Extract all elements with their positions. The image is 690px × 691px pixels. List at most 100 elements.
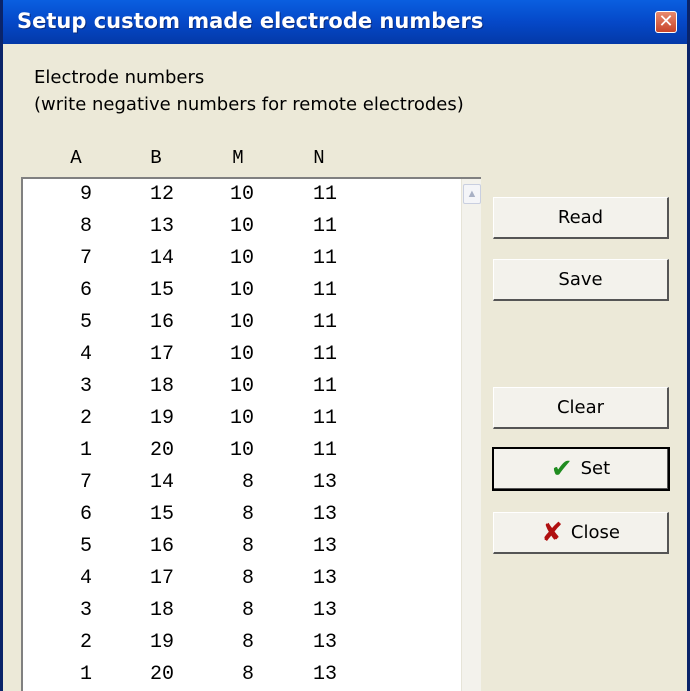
cell-n: 11 [312, 311, 337, 334]
cell-m: 8 [241, 503, 254, 526]
cell-n: 11 [312, 247, 337, 270]
cell-b: 16 [149, 311, 174, 334]
cell-m: 10 [229, 343, 254, 366]
cell-a: 6 [79, 503, 92, 526]
cell-a: 4 [79, 567, 92, 590]
cell-a: 5 [79, 311, 92, 334]
list-item[interactable]: 6 15 10 11 [23, 279, 443, 305]
cell-n: 13 [312, 663, 337, 686]
cell-b: 14 [149, 247, 174, 270]
cell-a: 5 [79, 535, 92, 558]
list-item[interactable]: 2 19 8 13 [23, 631, 443, 657]
list-item[interactable]: 3 18 10 11 [23, 375, 443, 401]
x-icon: ✘ [541, 518, 563, 548]
window-title: Setup custom made electrode numbers [17, 9, 484, 33]
column-header: M [232, 147, 244, 169]
cell-m: 10 [229, 215, 254, 238]
close-button[interactable]: ✘ Close [493, 512, 669, 554]
list-item[interactable]: 7 14 10 11 [23, 247, 443, 273]
cell-b: 19 [149, 407, 174, 430]
cell-n: 13 [312, 631, 337, 654]
save-button-label: Save [558, 269, 603, 290]
set-button[interactable]: ✔ Set [492, 447, 670, 491]
list-item[interactable]: 9 12 10 11 [23, 183, 443, 209]
cell-a: 7 [79, 247, 92, 270]
cell-n: 11 [312, 343, 337, 366]
list-item[interactable]: 3 18 8 13 [23, 599, 443, 625]
cell-m: 10 [229, 375, 254, 398]
cell-b: 17 [149, 343, 174, 366]
list-item[interactable]: 1 20 10 11 [23, 439, 443, 465]
list-item[interactable]: 2 19 10 11 [23, 407, 443, 433]
cell-a: 2 [79, 407, 92, 430]
dialog-window: Setup custom made electrode numbers ✕ El… [0, 0, 690, 691]
cell-n: 11 [312, 439, 337, 462]
cell-m: 8 [241, 631, 254, 654]
cell-n: 11 [312, 215, 337, 238]
cell-a: 6 [79, 279, 92, 302]
cell-n: 11 [312, 279, 337, 302]
cell-n: 13 [312, 471, 337, 494]
cell-b: 18 [149, 375, 174, 398]
cell-n: 11 [312, 183, 337, 206]
cell-m: 8 [241, 663, 254, 686]
title-bar[interactable]: Setup custom made electrode numbers ✕ [3, 0, 687, 44]
list-item[interactable]: 7 14 8 13 [23, 471, 443, 497]
list-item[interactable]: 4 17 8 13 [23, 567, 443, 593]
remote-electrodes-hint: (write negative numbers for remote elect… [34, 94, 464, 115]
column-header: A [70, 147, 82, 169]
list-item[interactable]: 6 15 8 13 [23, 503, 443, 529]
column-header: B [150, 147, 162, 169]
cell-n: 11 [312, 375, 337, 398]
cell-b: 13 [149, 215, 174, 238]
electrode-list[interactable]: 9 12 10 11 8 13 10 11 7 14 10 11 6 15 10 11 5 16 10 11 4 17 10… [21, 177, 481, 691]
cell-n: 13 [312, 567, 337, 590]
cell-b: 15 [149, 503, 174, 526]
cell-a: 9 [79, 183, 92, 206]
cell-b: 18 [149, 599, 174, 622]
cell-m: 8 [241, 599, 254, 622]
cell-m: 10 [229, 439, 254, 462]
cell-b: 12 [149, 183, 174, 206]
window-close-icon[interactable]: ✕ [655, 11, 677, 33]
cell-n: 13 [312, 503, 337, 526]
list-item[interactable]: 8 13 10 11 [23, 215, 443, 241]
list-item[interactable]: 1 20 8 13 [23, 663, 443, 689]
save-button[interactable]: Save [493, 259, 669, 301]
cell-a: 2 [79, 631, 92, 654]
list-item[interactable]: 5 16 8 13 [23, 535, 443, 561]
list-item[interactable]: 4 17 10 11 [23, 343, 443, 369]
cell-b: 19 [149, 631, 174, 654]
clear-button-label: Clear [556, 397, 605, 418]
checkmark-icon: ✔ [550, 454, 573, 484]
close-button-label: Close [570, 522, 620, 543]
cell-m: 10 [229, 311, 254, 334]
cell-m: 8 [241, 471, 254, 494]
read-button-label: Read [557, 207, 604, 228]
cell-m: 10 [229, 183, 254, 206]
cell-m: 10 [229, 407, 254, 430]
set-button-label: Set [580, 458, 611, 479]
cell-b: 17 [149, 567, 174, 590]
cell-m: 10 [229, 247, 254, 270]
cell-a: 7 [79, 471, 92, 494]
cell-b: 15 [149, 279, 174, 302]
read-button[interactable]: Read [493, 197, 669, 239]
cell-m: 10 [229, 279, 254, 302]
cell-a: 4 [79, 343, 92, 366]
cell-b: 14 [149, 471, 174, 494]
list-item[interactable]: 5 16 10 11 [23, 311, 443, 337]
column-headers: ABMN [20, 147, 350, 171]
vertical-scrollbar[interactable]: ▲ [461, 179, 481, 691]
column-header: N [313, 147, 325, 169]
cell-m: 8 [241, 567, 254, 590]
cell-m: 8 [241, 535, 254, 558]
cell-a: 3 [79, 375, 92, 398]
cell-a: 1 [79, 439, 92, 462]
electrode-numbers-label: Electrode numbers [34, 67, 205, 88]
cell-a: 1 [79, 663, 92, 686]
cell-a: 3 [79, 599, 92, 622]
clear-button[interactable]: Clear [493, 387, 669, 429]
cell-b: 16 [149, 535, 174, 558]
scroll-up-icon[interactable]: ▲ [463, 184, 481, 204]
